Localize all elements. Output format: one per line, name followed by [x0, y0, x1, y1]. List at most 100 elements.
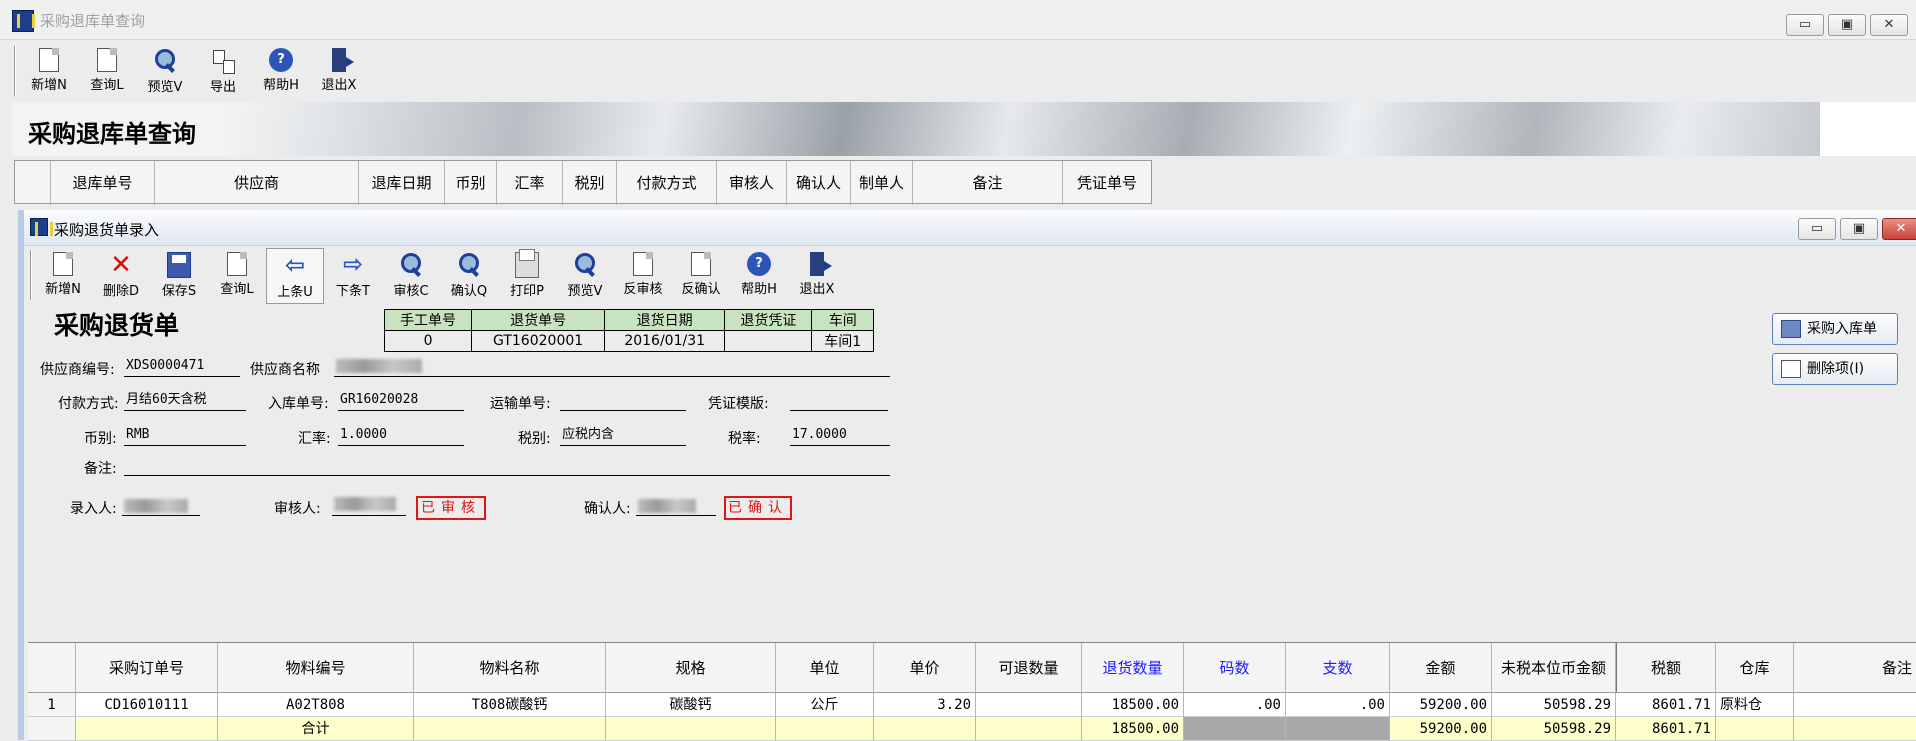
- cell-tax[interactable]: 8601.71: [1616, 693, 1716, 717]
- cell-remark[interactable]: [1794, 693, 1916, 717]
- total-pretax: 50598.29: [1492, 717, 1616, 741]
- transport-field[interactable]: [560, 391, 686, 411]
- entered-by-field: [122, 496, 200, 516]
- inner-close-button[interactable]: ✕: [1882, 218, 1916, 240]
- outer-new-button[interactable]: 新增N: [20, 44, 78, 100]
- payment-field[interactable]: 月结60天含税: [124, 391, 246, 411]
- cell-returnable[interactable]: [976, 693, 1082, 717]
- col-header[interactable]: 可退数量: [976, 643, 1082, 693]
- new-doc-icon: [39, 48, 59, 72]
- inner-preview-button[interactable]: 预览V: [556, 248, 614, 304]
- outer-close-button[interactable]: ✕: [1870, 14, 1908, 36]
- return-voucher-cell[interactable]: [724, 330, 813, 352]
- col-header[interactable]: 税别: [563, 161, 617, 205]
- help-icon: ?: [747, 252, 771, 276]
- magnifier-icon: [457, 252, 481, 278]
- magnifier-icon: [573, 252, 597, 278]
- outer-help-button[interactable]: ? 帮助H: [252, 44, 310, 100]
- supplier-name-field[interactable]: [334, 357, 890, 377]
- voucher-template-label: 凭证模版:: [708, 396, 769, 412]
- print-button[interactable]: 打印P: [498, 248, 556, 304]
- inner-help-button[interactable]: ? 帮助H: [730, 248, 788, 304]
- col-header[interactable]: 凭证单号: [1063, 161, 1151, 205]
- next-record-button[interactable]: ⇨ 下条T: [324, 248, 382, 304]
- col-header[interactable]: 付款方式: [617, 161, 717, 205]
- inner-minimize-button[interactable]: ▭: [1798, 218, 1836, 240]
- outer-maximize-button[interactable]: ▣: [1828, 14, 1866, 36]
- cell-pieces[interactable]: .00: [1286, 693, 1390, 717]
- col-header[interactable]: 退库日期: [359, 161, 445, 205]
- unreview-button[interactable]: 反审核: [614, 248, 672, 304]
- col-header[interactable]: 单价: [874, 643, 976, 693]
- voucher-template-field[interactable]: [790, 391, 888, 411]
- tax-rate-field[interactable]: 17.0000: [790, 426, 890, 446]
- cell-unit[interactable]: 公斤: [776, 693, 874, 717]
- workshop-cell[interactable]: 车间1: [811, 330, 874, 352]
- supplier-code-label: 供应商编号:: [40, 362, 115, 378]
- row-index: [28, 717, 76, 741]
- unconfirm-button[interactable]: 反确认: [672, 248, 730, 304]
- transport-label: 运输单号:: [490, 396, 551, 412]
- col-header[interactable]: 审核人: [717, 161, 787, 205]
- outer-window-title: 采购退库单查询: [40, 12, 146, 30]
- cell-amount[interactable]: 59200.00: [1390, 693, 1492, 717]
- inner-query-button[interactable]: 查询L: [208, 248, 266, 304]
- purchase-inbound-button[interactable]: 采购入库单: [1772, 313, 1898, 345]
- col-header[interactable]: 退货数量: [1082, 643, 1184, 693]
- delete-item-button[interactable]: 删除项(I): [1772, 353, 1898, 385]
- help-icon: ?: [269, 48, 293, 72]
- col-header[interactable]: 确认人: [787, 161, 851, 205]
- col-header[interactable]: 退库单号: [51, 161, 155, 205]
- prev-record-button[interactable]: ⇦ 上条U: [266, 248, 324, 304]
- save-button[interactable]: 保存S: [150, 248, 208, 304]
- col-header[interactable]: 码数: [1184, 643, 1286, 693]
- cell-warehouse[interactable]: 原料仓: [1716, 693, 1794, 717]
- col-header[interactable]: 物料编号: [218, 643, 414, 693]
- outer-preview-button[interactable]: 预览V: [136, 44, 194, 100]
- cell-pretax[interactable]: 50598.29: [1492, 693, 1616, 717]
- return-date-cell[interactable]: 2016/01/31: [604, 330, 726, 352]
- redacted-reviewer: [334, 497, 396, 511]
- col-header[interactable]: 汇率: [497, 161, 563, 205]
- cell-po[interactable]: CD16010111: [76, 693, 218, 717]
- col-header[interactable]: 备注: [913, 161, 1063, 205]
- inbound-no-field[interactable]: GR16020028: [338, 391, 464, 411]
- cell-item-code[interactable]: A02T808: [218, 693, 414, 717]
- confirm-button[interactable]: 确认Q: [440, 248, 498, 304]
- col-header[interactable]: 金额: [1390, 643, 1492, 693]
- outer-query-button[interactable]: 查询L: [78, 44, 136, 100]
- manual-no-cell[interactable]: 0: [383, 330, 473, 352]
- col-header[interactable]: 币别: [445, 161, 497, 205]
- col-header[interactable]: 支数: [1286, 643, 1390, 693]
- col-header[interactable]: 单位: [776, 643, 874, 693]
- total-cell: [776, 717, 874, 741]
- inner-new-button[interactable]: 新增N: [34, 248, 92, 304]
- inner-maximize-button[interactable]: ▣: [1840, 218, 1878, 240]
- inner-exit-button[interactable]: 退出X: [788, 248, 846, 304]
- cell-spec[interactable]: 碳酸钙: [606, 693, 776, 717]
- outer-minimize-button[interactable]: ▭: [1786, 14, 1824, 36]
- outer-export-button[interactable]: 导出: [194, 44, 252, 100]
- col-header[interactable]: 物料名称: [414, 643, 606, 693]
- outer-exit-button[interactable]: 退出X: [310, 44, 368, 100]
- tax-type-field[interactable]: 应税内含: [560, 426, 686, 446]
- col-header[interactable]: 采购订单号: [76, 643, 218, 693]
- cell-size[interactable]: .00: [1184, 693, 1286, 717]
- currency-field[interactable]: RMB: [124, 426, 246, 446]
- cell-qty[interactable]: 18500.00: [1082, 693, 1184, 717]
- col-header[interactable]: 未税本位币金额: [1492, 643, 1616, 693]
- rate-field[interactable]: 1.0000: [338, 426, 464, 446]
- col-header[interactable]: 税额: [1616, 643, 1716, 693]
- delete-button[interactable]: ✕ 删除D: [92, 248, 150, 304]
- return-no-cell[interactable]: GT16020001: [471, 330, 606, 352]
- col-header[interactable]: 备注: [1794, 643, 1916, 693]
- supplier-code-field[interactable]: XDS0000471: [124, 357, 240, 377]
- review-button[interactable]: 审核C: [382, 248, 440, 304]
- col-header[interactable]: 仓库: [1716, 643, 1794, 693]
- cell-item-name[interactable]: T808碳酸钙: [414, 693, 606, 717]
- col-header[interactable]: 制单人: [851, 161, 913, 205]
- col-header[interactable]: 供应商: [155, 161, 359, 205]
- cell-price[interactable]: 3.20: [874, 693, 976, 717]
- remark-field[interactable]: [124, 456, 890, 476]
- col-header[interactable]: 规格: [606, 643, 776, 693]
